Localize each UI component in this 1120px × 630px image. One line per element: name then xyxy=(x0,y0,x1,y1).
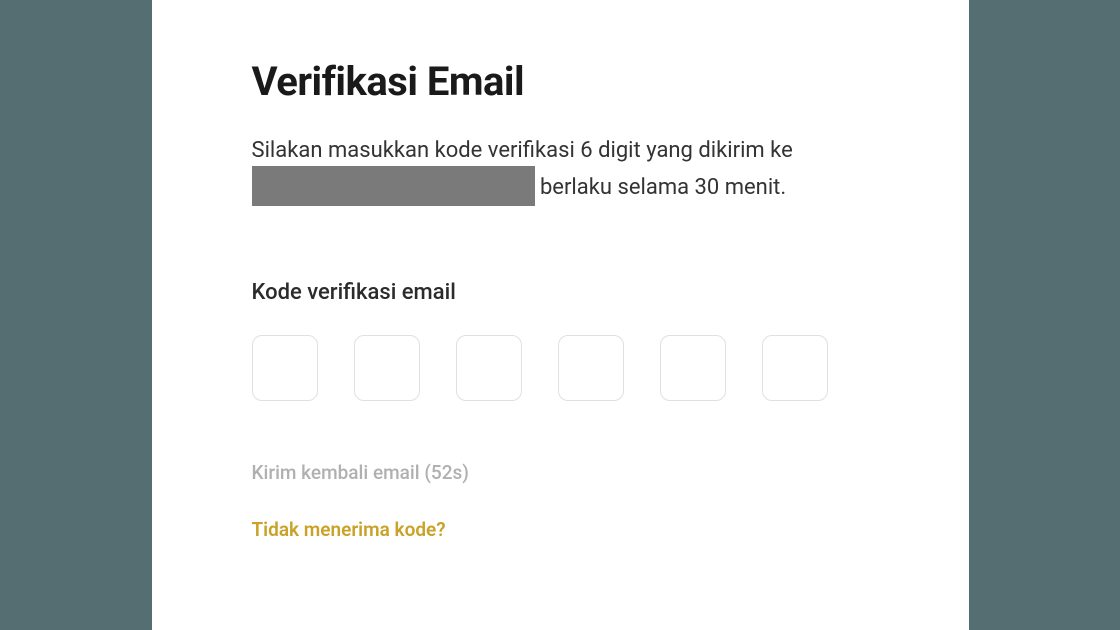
resend-countdown: Kirim kembali email (52s) xyxy=(252,461,869,484)
description-suffix: berlaku selama 30 menit. xyxy=(535,175,787,200)
verification-card: Verifikasi Email Silakan masukkan kode v… xyxy=(152,0,969,630)
page-title: Verifikasi Email xyxy=(252,58,869,105)
code-digit-3[interactable] xyxy=(456,335,522,401)
code-input-group xyxy=(252,335,869,401)
description-prefix: Silakan masukkan kode verifikasi 6 digit… xyxy=(252,138,793,163)
verification-description: Silakan masukkan kode verifikasi 6 digit… xyxy=(252,133,869,208)
code-digit-2[interactable] xyxy=(354,335,420,401)
code-digit-5[interactable] xyxy=(660,335,726,401)
help-link[interactable]: Tidak menerima kode? xyxy=(252,518,446,541)
code-digit-6[interactable] xyxy=(762,335,828,401)
redacted-email xyxy=(252,166,535,206)
resend-suffix: s) xyxy=(453,461,469,484)
resend-prefix: Kirim kembali email ( xyxy=(252,461,431,484)
code-input-label: Kode verifikasi email xyxy=(252,280,869,305)
code-digit-1[interactable] xyxy=(252,335,318,401)
code-digit-4[interactable] xyxy=(558,335,624,401)
resend-seconds: 52 xyxy=(431,461,453,484)
